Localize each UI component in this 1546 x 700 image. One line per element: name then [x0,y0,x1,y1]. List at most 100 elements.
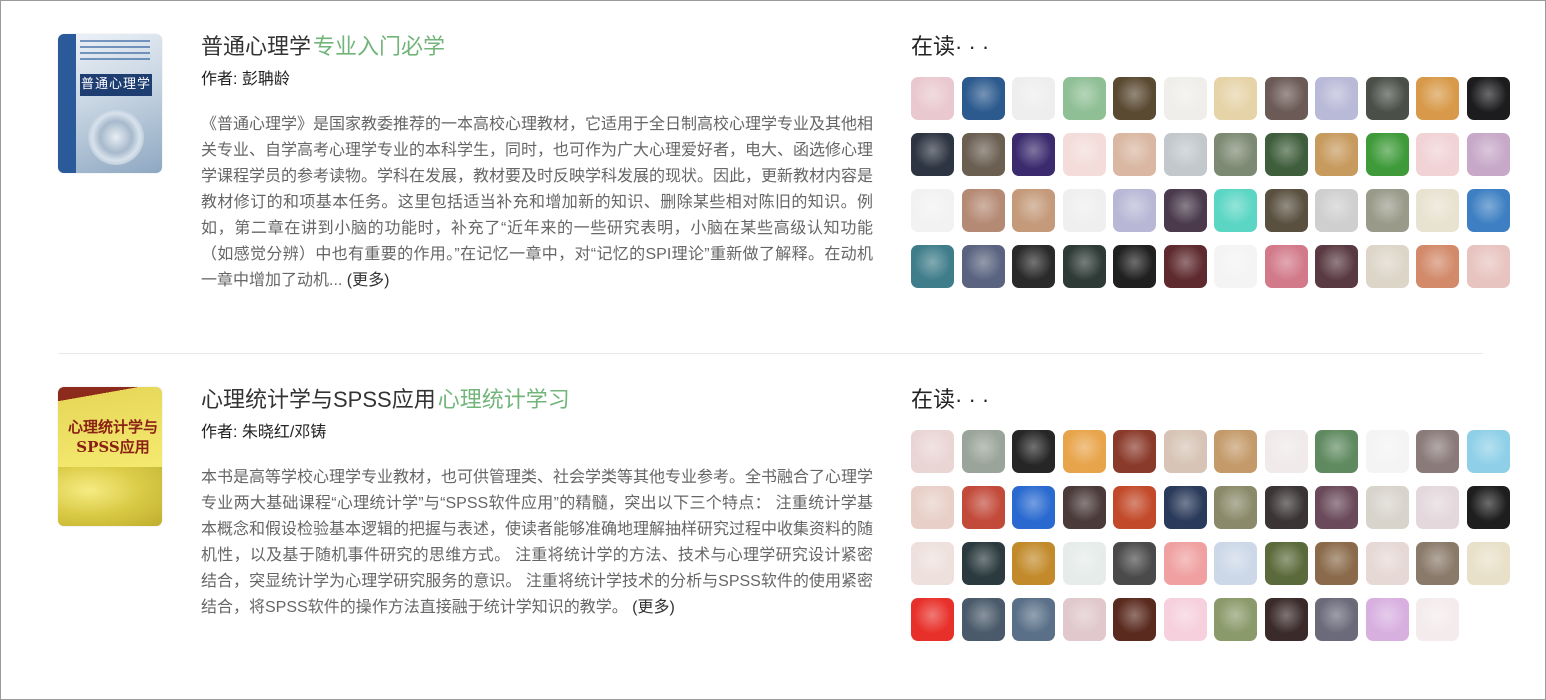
reader-avatar[interactable] [1416,77,1459,120]
reader-avatar[interactable] [1163,430,1207,473]
reader-avatar[interactable] [1264,189,1308,232]
reader-avatar[interactable] [961,245,1005,288]
reader-avatar[interactable] [1315,245,1358,288]
more-link[interactable]: (更多) [347,272,390,289]
reader-avatar[interactable] [1416,133,1459,176]
reader-avatar[interactable] [911,245,954,288]
reader-avatar[interactable] [1315,77,1358,120]
reader-avatar[interactable] [1062,486,1106,529]
reader-avatar[interactable] [1416,189,1459,232]
reader-avatar[interactable] [1365,133,1409,176]
reader-avatar[interactable] [1315,133,1358,176]
reader-avatar[interactable] [1062,542,1106,585]
reader-avatar[interactable] [1113,430,1156,473]
reader-avatar[interactable] [911,430,954,473]
reader-avatar[interactable] [911,77,954,120]
reader-avatar[interactable] [1113,598,1156,641]
reader-avatar[interactable] [1365,486,1409,529]
reader-avatar[interactable] [1264,598,1308,641]
reader-avatar[interactable] [961,133,1005,176]
reader-avatar[interactable] [1466,430,1510,473]
reader-avatar[interactable] [1365,430,1409,473]
reader-avatar[interactable] [1315,598,1358,641]
reader-avatar[interactable] [1315,542,1358,585]
reader-avatar[interactable] [1315,189,1358,232]
reader-avatar[interactable] [1264,430,1308,473]
reader-avatar[interactable] [1113,77,1156,120]
book-cover[interactable]: 普通心理学 [58,34,162,173]
reader-avatar[interactable] [961,598,1005,641]
reader-avatar[interactable] [1365,598,1409,641]
reader-avatar[interactable] [1416,542,1459,585]
reader-avatar[interactable] [1264,486,1308,529]
reader-avatar[interactable] [1062,77,1106,120]
more-link[interactable]: (更多) [632,599,675,616]
reader-avatar[interactable] [1163,189,1207,232]
reader-avatar[interactable] [1163,245,1207,288]
reader-avatar[interactable] [1113,245,1156,288]
reader-avatar[interactable] [1113,189,1156,232]
reader-avatar[interactable] [1163,133,1207,176]
reader-avatar[interactable] [1365,189,1409,232]
reader-avatar[interactable] [1214,598,1257,641]
reader-avatar[interactable] [911,598,954,641]
reader-avatar[interactable] [1466,486,1510,529]
reader-avatar[interactable] [1062,245,1106,288]
reader-avatar[interactable] [1062,430,1106,473]
reader-avatar[interactable] [1466,133,1510,176]
reader-avatar[interactable] [1163,598,1207,641]
reader-avatar[interactable] [1163,486,1207,529]
reader-avatar[interactable] [1264,245,1308,288]
reader-avatar[interactable] [1214,189,1257,232]
reader-avatar[interactable] [1214,245,1257,288]
reader-avatar[interactable] [1113,486,1156,529]
reader-avatar[interactable] [1012,133,1055,176]
reader-avatar[interactable] [1315,430,1358,473]
reader-avatar[interactable] [1214,542,1257,585]
reader-avatar[interactable] [1365,245,1409,288]
reader-avatar[interactable] [1214,430,1257,473]
reader-avatar[interactable] [1062,189,1106,232]
reader-avatar[interactable] [1012,189,1055,232]
reader-avatar[interactable] [961,77,1005,120]
reader-avatar[interactable] [1214,486,1257,529]
reader-avatar[interactable] [1012,598,1055,641]
reader-avatar[interactable] [1416,598,1459,641]
reader-avatar[interactable] [961,486,1005,529]
reader-avatar[interactable] [1214,133,1257,176]
reader-avatar[interactable] [1113,133,1156,176]
reader-avatar[interactable] [1365,77,1409,120]
reader-avatar[interactable] [961,430,1005,473]
reader-avatar[interactable] [1264,133,1308,176]
reader-avatar[interactable] [961,189,1005,232]
reader-avatar[interactable] [1062,598,1106,641]
reader-avatar[interactable] [1365,542,1409,585]
reader-avatar[interactable] [1416,486,1459,529]
reader-avatar[interactable] [1012,486,1055,529]
reader-avatar[interactable] [1416,430,1459,473]
book-cover[interactable]: 心理统计学与SPSS应用 [58,387,162,526]
reader-avatar[interactable] [911,542,954,585]
reader-avatar[interactable] [1163,77,1207,120]
book-title-link[interactable]: 心理统计学与SPSS应用 [201,387,436,412]
reader-avatar[interactable] [1466,77,1510,120]
reader-avatar[interactable] [1163,542,1207,585]
reader-avatar[interactable] [1012,430,1055,473]
book-tag-link[interactable]: 心理统计学习 [438,387,570,412]
reader-avatar[interactable] [911,189,954,232]
reader-avatar[interactable] [911,486,954,529]
reader-avatar[interactable] [1264,542,1308,585]
reader-avatar[interactable] [1466,245,1510,288]
reader-avatar[interactable] [911,133,954,176]
reader-avatar[interactable] [961,542,1005,585]
book-tag-link[interactable]: 专业入门必学 [313,34,445,59]
reader-avatar[interactable] [1012,77,1055,120]
reader-avatar[interactable] [1416,245,1459,288]
reader-avatar[interactable] [1012,245,1055,288]
reader-avatar[interactable] [1466,189,1510,232]
reader-avatar[interactable] [1264,77,1308,120]
reader-avatar[interactable] [1315,486,1358,529]
reader-avatar[interactable] [1214,77,1257,120]
reader-avatar[interactable] [1012,542,1055,585]
reader-avatar[interactable] [1466,542,1510,585]
